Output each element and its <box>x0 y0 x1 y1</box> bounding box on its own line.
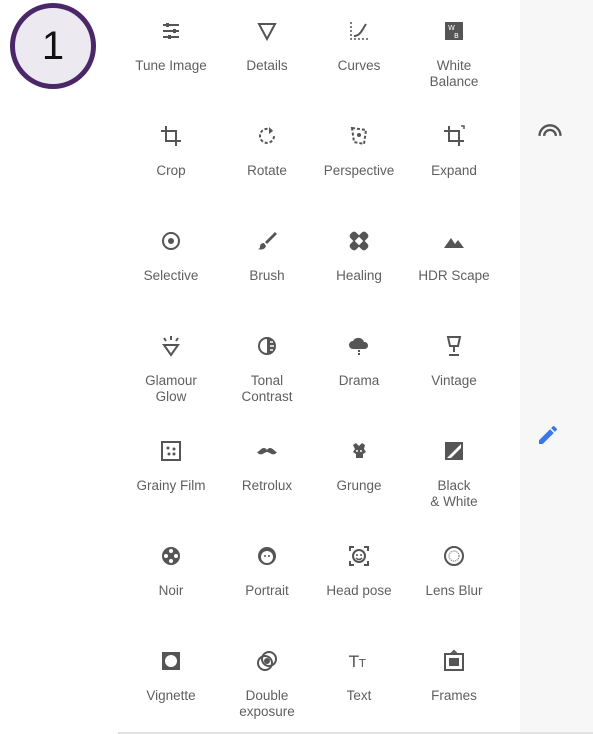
bandage-icon <box>346 228 372 254</box>
tool-tonal-contrast[interactable]: Tonal Contrast <box>217 323 317 405</box>
step-number-badge: 1 <box>10 3 96 89</box>
tool-label: Selective <box>143 268 199 283</box>
tool-rotate[interactable]: Rotate <box>217 113 317 179</box>
tool-label: Perspective <box>323 163 395 178</box>
selective-icon <box>158 228 184 254</box>
tool-label: Brush <box>249 268 285 283</box>
tool-label: Grainy Film <box>136 478 206 493</box>
lens-blur-icon <box>441 543 467 569</box>
crop-icon <box>158 123 184 149</box>
black-white-icon <box>441 438 467 464</box>
svg-text:B: B <box>454 32 459 40</box>
tool-expand[interactable]: Expand <box>404 113 504 179</box>
tool-hdr-scape[interactable]: HDR Scape <box>404 218 504 284</box>
tool-label: Rotate <box>247 163 287 178</box>
tool-head-pose[interactable]: Head pose <box>309 533 409 599</box>
curves-icon <box>346 18 372 44</box>
tool-label: Details <box>246 58 288 73</box>
tool-selective[interactable]: Selective <box>121 218 221 284</box>
tonal-contrast-icon <box>254 333 280 359</box>
tool-label: Retrolux <box>241 478 293 493</box>
tool-brush[interactable]: Brush <box>217 218 317 284</box>
vignette-icon <box>158 648 184 674</box>
tool-label: Portrait <box>245 583 289 598</box>
tool-label: Healing <box>336 268 382 283</box>
tool-portrait[interactable]: Portrait <box>217 533 317 599</box>
tool-vignette[interactable]: Vignette <box>121 638 221 704</box>
lamp-icon <box>441 333 467 359</box>
rotate-icon <box>254 123 280 149</box>
tool-drama[interactable]: Drama <box>309 323 409 389</box>
tool-label: Tonal Contrast <box>241 373 293 404</box>
svg-text:T: T <box>358 657 366 670</box>
film-reel-icon <box>158 543 184 569</box>
svg-text:T: T <box>348 652 359 671</box>
pencil-icon[interactable] <box>528 415 568 455</box>
tool-label: White Balance <box>429 58 479 89</box>
tool-retrolux[interactable]: Retrolux <box>217 428 317 494</box>
tool-black-white[interactable]: Black & White <box>404 428 504 510</box>
styles-arc-icon[interactable] <box>530 110 570 150</box>
tool-perspective[interactable]: Perspective <box>309 113 409 179</box>
mustache-icon <box>254 438 280 464</box>
white-balance-icon: WB <box>441 18 467 44</box>
grunge-icon <box>346 438 372 464</box>
tool-label: Double exposure <box>239 688 295 719</box>
tool-label: Text <box>346 688 372 703</box>
mountains-icon <box>441 228 467 254</box>
frame-icon <box>441 648 467 674</box>
tool-double-exposure[interactable]: Double exposure <box>217 638 317 720</box>
text-icon: TT <box>346 648 372 674</box>
glamour-icon <box>158 333 184 359</box>
tool-text[interactable]: T T Text <box>309 638 409 704</box>
tool-curves[interactable]: Curves <box>309 8 409 74</box>
tool-label: Curves <box>337 58 381 73</box>
triangle-icon <box>254 18 280 44</box>
tool-label: Crop <box>156 163 186 178</box>
tool-vintage[interactable]: Vintage <box>404 323 504 389</box>
tool-noir[interactable]: Noir <box>121 533 221 599</box>
tool-label: Glamour Glow <box>145 373 197 404</box>
sliders-icon <box>158 18 184 44</box>
tool-label: Tune Image <box>135 58 207 73</box>
face-icon <box>254 543 280 569</box>
tool-crop[interactable]: Crop <box>121 113 221 179</box>
double-exposure-icon <box>254 648 280 674</box>
tool-label: Expand <box>431 163 477 178</box>
svg-text:W: W <box>448 24 455 32</box>
tool-white-balance[interactable]: W B White Balance <box>404 8 504 90</box>
brush-icon <box>254 228 280 254</box>
tool-label: Frames <box>431 688 477 703</box>
tool-label: Vintage <box>431 373 477 388</box>
tool-grunge[interactable]: Grunge <box>309 428 409 494</box>
tool-label: Head pose <box>326 583 392 598</box>
tools-grid: Tune Image Details Curves W B White Balance Cr… <box>118 0 522 734</box>
tool-details[interactable]: Details <box>217 8 317 74</box>
cloud-icon <box>346 333 372 359</box>
tool-label: Black & White <box>430 478 478 509</box>
tool-glamour-glow[interactable]: Glamour Glow <box>121 323 221 405</box>
tool-frames[interactable]: Frames <box>404 638 504 704</box>
tool-label: Lens Blur <box>425 583 483 598</box>
tool-label: HDR Scape <box>418 268 490 283</box>
tool-label: Grunge <box>336 478 382 493</box>
right-rail <box>520 0 593 734</box>
perspective-icon <box>346 123 372 149</box>
tool-lens-blur[interactable]: Lens Blur <box>404 533 504 599</box>
tool-label: Vignette <box>146 688 196 703</box>
tool-healing[interactable]: Healing <box>309 218 409 284</box>
grain-icon <box>158 438 184 464</box>
tool-label: Noir <box>158 583 184 598</box>
tool-label: Drama <box>338 373 380 388</box>
tool-grainy-film[interactable]: Grainy Film <box>121 428 221 494</box>
expand-icon <box>441 123 467 149</box>
head-pose-icon <box>346 543 372 569</box>
tool-tune-image[interactable]: Tune Image <box>121 8 221 74</box>
